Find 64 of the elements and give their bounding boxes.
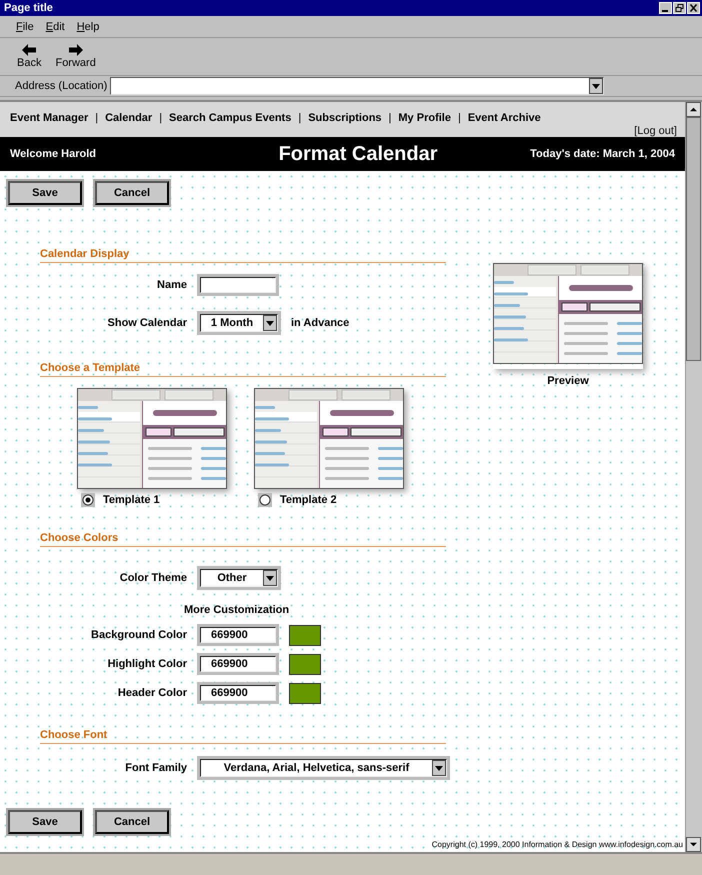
menu-item[interactable]: Edit: [46, 20, 65, 32]
name-label: Name: [157, 279, 187, 291]
nav-link[interactable]: Calendar: [105, 112, 152, 125]
restore-icon[interactable]: [673, 2, 686, 14]
section-heading: Choose Colors: [40, 532, 446, 547]
color-label: Header Color: [118, 687, 187, 699]
address-field[interactable]: [110, 77, 604, 95]
preview-label: Preview: [547, 375, 589, 387]
window-title: Page title: [4, 2, 53, 14]
color-field[interactable]: 669900: [197, 682, 279, 704]
nav-link[interactable]: Subscriptions: [308, 112, 382, 125]
font-family-label: Font Family: [125, 762, 187, 774]
forward-arrow-icon: [68, 44, 83, 56]
section-heading: Choose a Template: [40, 362, 446, 377]
section-heading: Calendar Display: [40, 248, 446, 263]
scroll-down-button[interactable]: [686, 837, 701, 852]
cancel-button[interactable]: Cancel: [95, 810, 169, 834]
color-theme-label: Color Theme: [120, 572, 187, 584]
scroll-up-button[interactable]: [686, 102, 701, 117]
nav-link[interactable]: Event Manager: [10, 112, 88, 125]
nav-separator: |: [159, 112, 162, 125]
welcome-text: Welcome Harold: [10, 148, 96, 160]
template-label: Template 2: [280, 494, 337, 506]
forward-button[interactable]: Forward: [52, 44, 99, 69]
nav-separator: |: [95, 112, 98, 125]
show-calendar-dropdown[interactable]: 1 Month: [197, 311, 281, 335]
nav-link[interactable]: Event Archive: [468, 112, 541, 125]
save-button[interactable]: Save: [8, 181, 82, 205]
color-swatch[interactable]: [289, 682, 321, 704]
date-text: Today's date: March 1, 2004: [530, 148, 675, 160]
name-field[interactable]: [197, 274, 279, 296]
address-label: Address (Location): [15, 80, 108, 92]
color-label: Highlight Color: [108, 658, 187, 670]
template-radio[interactable]: [258, 493, 272, 507]
cancel-button[interactable]: Cancel: [95, 181, 169, 205]
section-heading: Choose Font: [40, 729, 446, 744]
copyright-text: Copyright (c) 1999, 2000 Information & Design www.infodesign.com.au: [432, 840, 683, 849]
nav-separator: |: [458, 112, 461, 125]
logout-link[interactable]: [Log out]: [634, 125, 677, 137]
show-calendar-label: Show Calendar: [108, 317, 187, 329]
template-label: Template 1: [103, 494, 160, 506]
font-family-dropdown[interactable]: Verdana, Arial, Helvetica, sans-serif: [197, 756, 450, 780]
back-arrow-icon: [22, 44, 36, 56]
save-button[interactable]: Save: [8, 810, 82, 834]
color-theme-dropdown[interactable]: Other: [197, 566, 281, 590]
nav-separator: |: [298, 112, 302, 125]
close-icon[interactable]: [687, 2, 700, 14]
nav-link[interactable]: My Profile: [398, 112, 451, 125]
page-title: Format Calendar: [278, 142, 438, 166]
customization-heading: More Customization: [184, 604, 290, 616]
scrollbar-thumb[interactable]: [686, 117, 701, 361]
nav-separator: |: [388, 112, 392, 125]
template-radio[interactable]: [81, 493, 95, 507]
color-label: Background Color: [91, 629, 187, 641]
menu-item[interactable]: File: [16, 20, 34, 32]
color-swatch[interactable]: [289, 624, 321, 646]
nav-link[interactable]: Search Campus Events: [169, 112, 292, 125]
color-field[interactable]: 669900: [197, 624, 279, 646]
menu-item[interactable]: Help: [76, 20, 100, 32]
advance-text: in Advance: [291, 317, 350, 329]
back-button[interactable]: Back: [14, 44, 44, 69]
minimize-icon[interactable]: [659, 2, 672, 14]
color-field[interactable]: 669900: [197, 653, 279, 675]
color-swatch[interactable]: [289, 654, 321, 674]
